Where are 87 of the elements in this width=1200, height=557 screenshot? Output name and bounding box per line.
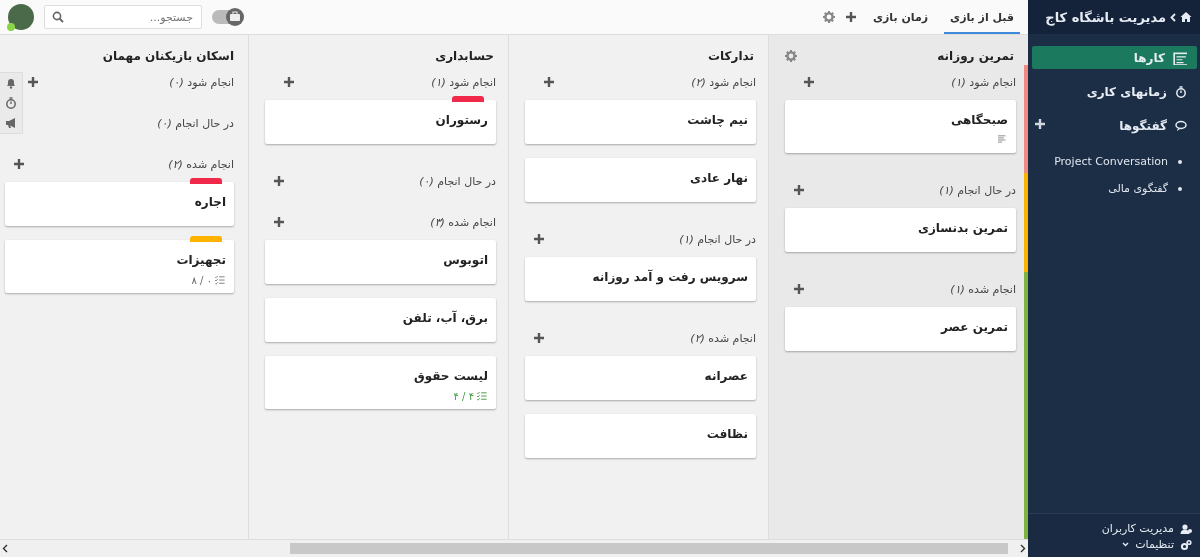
card-title: نهار عادی: [689, 170, 748, 185]
list-title: در حال انجام (۱): [679, 232, 756, 246]
plus-icon[interactable]: [273, 216, 285, 228]
card-title: سرویس رفت و آمد روزانه: [591, 268, 748, 284]
card-title: برق، آب، تلفن: [401, 309, 488, 325]
sidebar-item[interactable]: کارها: [1032, 46, 1197, 69]
card-title: صبحگاهی: [949, 112, 1008, 127]
card-title: تمرین عصر: [939, 319, 1008, 334]
list-title: در حال انجام (۰): [157, 116, 234, 130]
card-title: اجاره: [193, 194, 226, 209]
list-title: انجام شده (۳): [430, 215, 496, 229]
task-card[interactable]: تمرین عصر: [785, 307, 1016, 351]
column-title: تمرین روزانه: [937, 49, 1014, 63]
checklist-count: ۸ / ۰: [191, 274, 212, 286]
plus-icon[interactable]: [27, 76, 39, 88]
task-card[interactable]: سرویس رفت و آمد روزانه: [525, 257, 756, 301]
plus-icon[interactable]: [13, 158, 25, 170]
task-card[interactable]: نهار عادی: [525, 158, 756, 202]
sidebar-subitem[interactable]: گفتگوی مالی: [1108, 182, 1168, 195]
card-title: رستوران: [434, 112, 488, 127]
chevron-icon: [1170, 12, 1176, 22]
bell-icon[interactable]: [5, 77, 17, 89]
plus-icon[interactable]: [803, 76, 815, 88]
card-title: عصرانه: [703, 368, 748, 383]
list-title: انجام شود (۱): [431, 75, 496, 89]
scrollbar-thumb[interactable]: [290, 543, 1008, 554]
task-card[interactable]: اتوبوس: [265, 240, 496, 284]
card-title: نظافت: [705, 426, 748, 441]
avatar[interactable]: [8, 4, 34, 30]
search-field[interactable]: جستجو...: [44, 5, 202, 29]
sidebar-item[interactable]: گفتگوها: [1032, 114, 1197, 137]
list-title: انجام شود (۰): [169, 75, 234, 89]
list-title: در حال انجام (۱): [939, 183, 1016, 197]
search-icon[interactable]: [52, 11, 64, 23]
plus-icon[interactable]: [283, 76, 295, 88]
stopwatch-icon[interactable]: [5, 97, 17, 109]
card-title: تمرین بدنسازی: [916, 220, 1008, 235]
bullet-icon: [1178, 186, 1182, 191]
stopwatch-icon: [1175, 85, 1187, 98]
scrollbar[interactable]: [0, 539, 1028, 557]
plus-icon[interactable]: [793, 283, 805, 295]
task-card[interactable]: برق، آب، تلفن: [265, 298, 496, 342]
settings-icon[interactable]: [822, 11, 835, 23]
sidebar-subitem[interactable]: Project Conversation: [1054, 155, 1168, 168]
card-title: لیست حقوق: [412, 368, 488, 383]
card-icon: [1173, 50, 1187, 65]
column-title: تدارکات: [708, 49, 754, 63]
list-title: انجام شود (۱): [951, 75, 1016, 89]
briefcase-icon: [229, 11, 241, 23]
column-title: حسابداری: [435, 49, 494, 63]
plus-icon[interactable]: [844, 11, 857, 23]
chat-icon: [1175, 119, 1187, 132]
sidebar-link[interactable]: مدیریت کاربران: [1101, 522, 1174, 535]
list-title: انجام شده (۱): [950, 282, 1016, 296]
plus-icon[interactable]: [273, 175, 285, 187]
plus-icon[interactable]: [533, 233, 545, 245]
home-icon: [1180, 11, 1192, 23]
list-title: انجام شده (۲): [690, 331, 756, 345]
sidebar-item[interactable]: زمانهای کاری: [1032, 80, 1197, 103]
task-card[interactable]: صبحگاهی: [785, 100, 1016, 153]
megaphone-icon[interactable]: [5, 117, 17, 129]
tab[interactable]: زمان بازی: [866, 0, 935, 34]
settings-icon[interactable]: [785, 50, 797, 62]
checklist-count: ۴ / ۴: [453, 390, 474, 402]
task-card[interactable]: تمرین بدنسازی: [785, 208, 1016, 252]
plus-icon[interactable]: [793, 184, 805, 196]
toggle-switch[interactable]: [212, 10, 242, 24]
task-card[interactable]: عصرانه: [525, 356, 756, 400]
users-icon: [1180, 522, 1192, 535]
card-title: اتوبوس: [442, 252, 488, 267]
task-card[interactable]: نظافت: [525, 414, 756, 458]
task-card[interactable]: لیست حقوق ۴ / ۴: [265, 356, 496, 409]
bullet-icon: [1178, 159, 1182, 164]
card-title: نیم چاشت: [686, 112, 748, 127]
card-title: تجهیزات: [175, 252, 226, 267]
plus-icon[interactable]: [533, 332, 545, 344]
column-title: اسکان بازیکنان مهمان: [102, 49, 234, 63]
gears-icon: [1180, 538, 1192, 551]
plus-icon[interactable]: [543, 76, 555, 88]
sidebar-link[interactable]: تنظیمات: [1135, 538, 1174, 551]
list-title: انجام شود (۲): [691, 75, 756, 89]
scroll-right-icon[interactable]: [1020, 544, 1026, 553]
list-title: انجام شده (۲): [168, 157, 234, 171]
tab[interactable]: قبل از بازی: [944, 0, 1020, 34]
task-card[interactable]: نیم چاشت: [525, 100, 756, 144]
scroll-left-icon[interactable]: [2, 544, 8, 553]
list-title: در حال انجام (۰): [419, 174, 496, 188]
